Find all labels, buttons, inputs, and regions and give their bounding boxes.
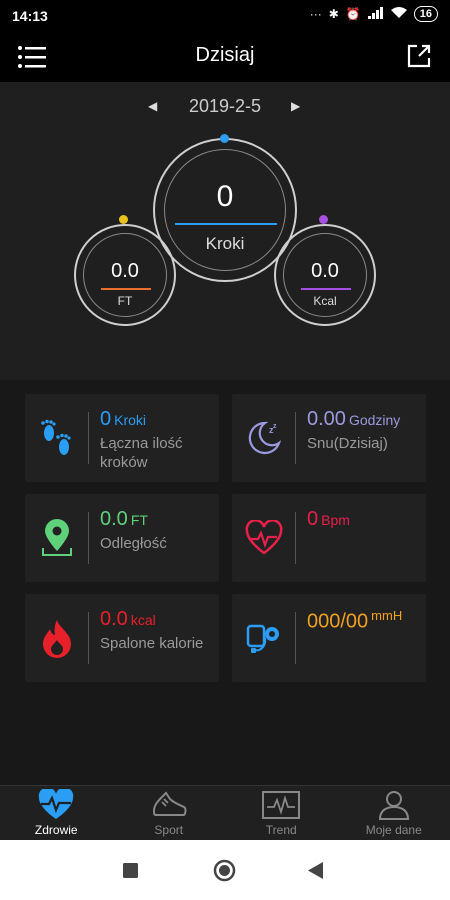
status-icons: ··· ✱ ⏰ 16 xyxy=(310,6,438,22)
footprints-icon xyxy=(35,416,79,460)
user-icon xyxy=(377,789,411,826)
battery-icon: 16 xyxy=(413,6,438,22)
status-time: 14:13 xyxy=(12,8,48,24)
distance-unit: FT xyxy=(130,512,148,528)
distance-card-value: 0.0 FT xyxy=(100,508,148,531)
heart-pulse-icon xyxy=(37,787,75,826)
alarm-icon: ⏰ xyxy=(345,7,361,21)
calories-ring-value: 0.0 xyxy=(311,260,339,282)
distance-ring: 0.0 FT xyxy=(74,224,176,326)
blood-pressure-card-value: 000/00 mmH xyxy=(307,608,402,634)
metrics-grid: 0 Kroki Łączna ilość kroków z z 0.00 Godzi… xyxy=(0,380,450,785)
distance-ring-value: 0.0 xyxy=(111,260,139,282)
sleep-card-label: Snu(Dzisiaj) xyxy=(307,435,388,452)
heart-rate-unit: Bpm xyxy=(321,512,350,528)
next-date-button[interactable]: ▶ xyxy=(291,99,300,113)
calories-card-label: Spalone kalorie xyxy=(100,635,204,652)
wifi-icon xyxy=(390,6,407,22)
shoe-icon xyxy=(150,789,188,826)
card-separator xyxy=(295,612,296,664)
system-navigation-bar xyxy=(0,840,450,900)
blood-pressure-icon xyxy=(242,616,286,660)
calories-value: 0.0 xyxy=(100,608,128,630)
sleep-card[interactable]: z z 0.00 Godziny Snu(Dzisiaj) xyxy=(232,394,426,482)
steps-ring-value: 0 xyxy=(216,180,234,213)
distance-ring-underline xyxy=(101,288,151,290)
distance-card-label: Odległość xyxy=(100,535,167,552)
calories-ring-dot xyxy=(319,215,328,224)
tab-trend[interactable]: Trend xyxy=(225,786,338,841)
calories-card-value: 0.0 kcal xyxy=(100,608,156,631)
recents-square-icon[interactable] xyxy=(123,863,138,883)
blood-pressure-unit: mmH xyxy=(371,608,403,623)
tab-zdrowie-label: Zdrowie xyxy=(34,823,78,837)
home-circle-icon[interactable] xyxy=(213,859,236,887)
tab-moje-dane[interactable]: Moje dane xyxy=(338,786,450,841)
bottom-navigation: Zdrowie Sport Trend Moje dane xyxy=(0,785,450,841)
share-icon[interactable] xyxy=(406,43,432,74)
sleep-unit: Godziny xyxy=(348,412,401,428)
top-app-bar: Dzisiaj xyxy=(0,32,450,82)
trend-chart-icon xyxy=(261,789,301,826)
date-label: 2019-2-5 xyxy=(188,96,262,116)
calories-ring-label: Kcal xyxy=(313,294,337,308)
steps-value: 0 xyxy=(100,408,112,430)
steps-ring-label: Kroki xyxy=(205,234,245,253)
steps-unit: Kroki xyxy=(114,412,147,428)
tab-zdrowie[interactable]: Zdrowie xyxy=(0,786,113,841)
flame-icon xyxy=(35,616,79,660)
back-triangle-icon[interactable] xyxy=(308,862,324,884)
heart-rate-card[interactable]: 0 Bpm xyxy=(232,494,426,582)
bluetooth-icon: ✱ xyxy=(328,7,339,21)
blood-pressure-value: 000/00 xyxy=(307,610,369,633)
tab-sport[interactable]: Sport xyxy=(113,786,226,841)
calories-card[interactable]: 0.0 kcal Spalone kalorie xyxy=(25,594,219,682)
distance-ring-label: FT xyxy=(117,294,133,308)
distance-card[interactable]: 0.0 FT Odległość xyxy=(25,494,219,582)
calories-ring-underline xyxy=(301,288,351,290)
location-pin-icon xyxy=(35,516,79,560)
sleep-card-value: 0.00 Godziny xyxy=(307,408,400,431)
page-title: Dzisiaj xyxy=(195,44,255,66)
steps-ring-underline xyxy=(175,223,277,225)
sleep-value: 0.00 xyxy=(307,408,346,430)
calories-ring: 0.0 Kcal xyxy=(274,224,376,326)
steps-card-value: 0 Kroki xyxy=(100,408,146,431)
steps-ring-dot xyxy=(220,134,229,143)
tab-moje-dane-label: Moje dane xyxy=(365,823,422,837)
distance-value: 0.0 xyxy=(100,508,128,530)
signal-icon xyxy=(367,6,384,22)
more-dots-icon: ··· xyxy=(309,7,322,21)
heart-rate-card-value: 0 Bpm xyxy=(307,508,350,531)
svg-text:z: z xyxy=(273,423,277,430)
card-separator xyxy=(88,412,89,464)
calories-unit: kcal xyxy=(130,612,156,628)
distance-ring-dot xyxy=(119,215,128,224)
card-separator xyxy=(88,512,89,564)
steps-card[interactable]: 0 Kroki Łączna ilość kroków xyxy=(25,394,219,482)
blood-pressure-card[interactable]: 000/00 mmH xyxy=(232,594,426,682)
card-separator xyxy=(88,612,89,664)
steps-card-label: Łączna ilość kroków xyxy=(100,435,183,471)
moon-sleep-icon: z z xyxy=(242,416,286,460)
card-separator xyxy=(295,512,296,564)
tab-trend-label: Trend xyxy=(265,823,297,837)
summary-panel: ◀ 2019-2-5 ▶ 0 Kroki 0.0 FT 0.0 Kcal xyxy=(0,82,450,380)
card-separator xyxy=(295,412,296,464)
tab-sport-label: Sport xyxy=(154,823,184,837)
heart-rate-value: 0 xyxy=(307,508,319,530)
status-bar: 14:13 ··· ✱ ⏰ 16 xyxy=(0,0,450,32)
heart-rate-icon xyxy=(242,516,286,560)
